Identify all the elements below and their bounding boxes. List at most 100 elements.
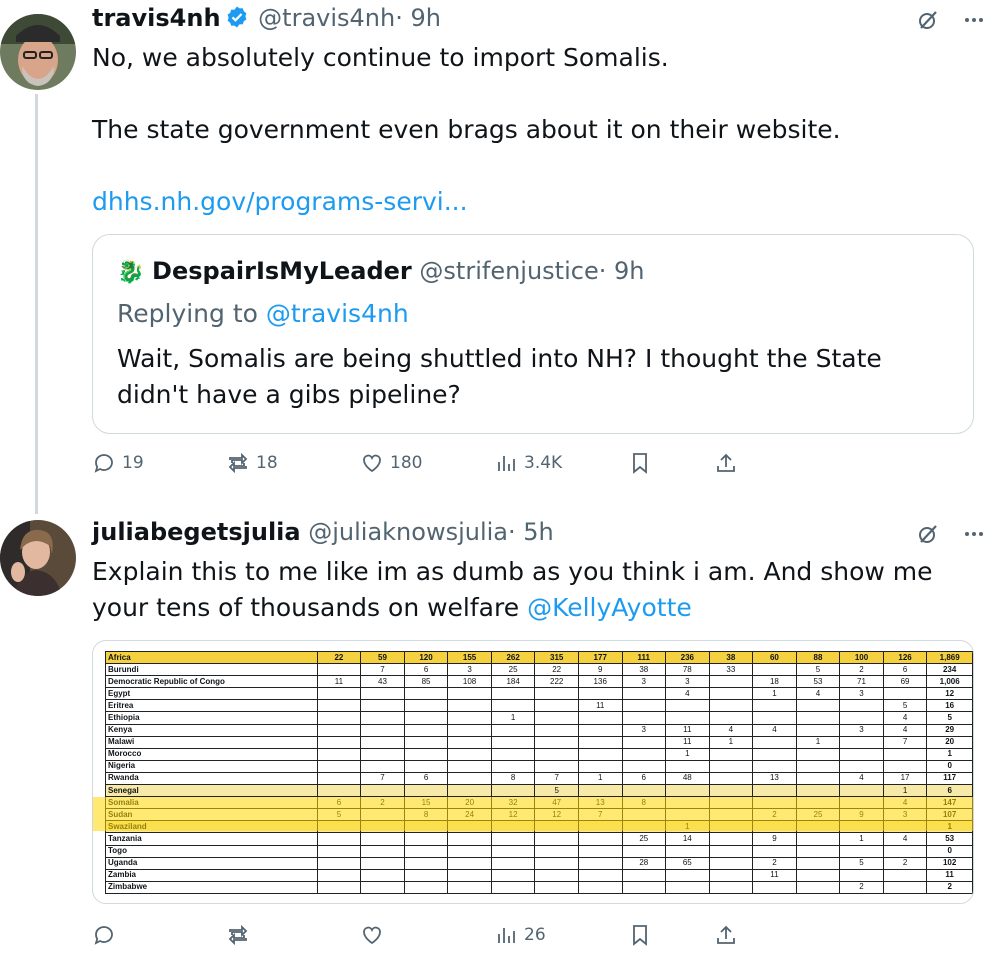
table-cell: 7	[882, 735, 928, 749]
table-cell	[403, 844, 449, 858]
table-cell: 25	[795, 808, 841, 822]
bookmark-button[interactable]	[628, 448, 658, 478]
table-cell	[534, 759, 579, 773]
handle[interactable]: @travis4nh	[258, 4, 395, 32]
table-row-label: Senegal	[105, 784, 318, 798]
table-cell	[447, 699, 492, 713]
table-cell	[316, 784, 362, 798]
table-cell	[795, 771, 841, 786]
table-row: Uganda 28 65 2 5 2 102	[105, 856, 973, 870]
grok-icon[interactable]	[916, 522, 940, 550]
avatar[interactable]	[0, 520, 76, 596]
table-cell: 7	[360, 771, 405, 786]
timestamp[interactable]: · 5h	[508, 518, 554, 546]
table-total-cell: 29	[926, 723, 973, 737]
table-cell	[360, 832, 405, 846]
replying-to-handle[interactable]: @travis4nh	[266, 299, 409, 328]
table-total-cell: 147	[926, 796, 973, 810]
table-total-cell: 16	[926, 699, 973, 713]
like-button[interactable]	[360, 920, 390, 950]
table-cell: 2	[752, 856, 797, 870]
display-name[interactable]: travis4nh	[92, 4, 221, 32]
table-cell	[316, 663, 362, 677]
table-cell: 11	[665, 723, 710, 737]
mention-link[interactable]: @KellyAyotte	[527, 593, 692, 622]
table-cell	[621, 808, 667, 822]
views-button[interactable]: 3.4K	[494, 448, 562, 478]
table-cell	[839, 820, 884, 834]
share-button[interactable]	[714, 448, 744, 478]
like-button[interactable]: 180	[360, 448, 422, 478]
table-cell	[708, 771, 754, 786]
table-cell	[665, 808, 710, 822]
table-cell: 13	[752, 771, 797, 786]
display-name[interactable]: juliabegetsjulia	[92, 518, 301, 546]
table-cell: 4	[882, 796, 928, 810]
quoted-tweet[interactable]: 🐉 DespairIsMyLeader @strifenjustice· 9h …	[92, 234, 974, 434]
table-total-cell: 234	[926, 663, 973, 677]
more-icon[interactable]	[962, 522, 986, 550]
table-cell	[447, 747, 492, 761]
table-cell: 1	[752, 687, 797, 701]
table-cell	[839, 844, 884, 858]
table-cell	[752, 747, 797, 761]
quote-handle[interactable]: @strifenjustice	[419, 257, 598, 285]
table-cell	[403, 747, 449, 761]
tweet-media-table[interactable]: Africa 22 59 120 155 262 315 177 111 236 38 60 88 100…	[92, 640, 974, 904]
table-cell	[621, 735, 667, 749]
avatar[interactable]	[0, 14, 76, 90]
thread-line	[35, 94, 38, 514]
table-cell: 6	[882, 663, 928, 677]
tweet-text: Explain this to me like im as dumb as yo…	[92, 554, 952, 626]
timestamp[interactable]: · 9h	[395, 4, 441, 32]
table-cell	[360, 880, 405, 894]
table-cell	[708, 856, 754, 870]
table-cell: 1	[708, 735, 754, 749]
table-cell: 4	[882, 711, 928, 725]
table-cell	[752, 784, 797, 798]
table-cell	[665, 699, 710, 713]
share-button[interactable]	[714, 920, 744, 950]
replying-prefix: Replying to	[117, 299, 258, 328]
table-cell	[839, 699, 884, 713]
tweet-actions: 26	[92, 920, 752, 950]
quote-display-name[interactable]: DespairIsMyLeader	[152, 257, 412, 285]
repost-button[interactable]	[226, 920, 256, 950]
reply-button[interactable]: 19	[92, 448, 144, 478]
table-cell: 25	[621, 832, 667, 846]
table-cell: 17	[882, 771, 928, 786]
table-cell: 7	[534, 771, 579, 786]
table-cell	[316, 759, 362, 773]
table-cell	[490, 844, 536, 858]
grok-icon[interactable]	[916, 8, 940, 36]
tweet-link[interactable]: dhhs.nh.gov/programs-servi...	[92, 184, 468, 220]
table-row-label: Egypt	[105, 687, 318, 701]
table-cell	[447, 759, 492, 773]
table-cell	[795, 832, 841, 846]
table-cell	[665, 784, 710, 798]
table-cell	[795, 723, 841, 737]
bookmark-button[interactable]	[628, 920, 658, 950]
repost-button[interactable]: 18	[226, 448, 278, 478]
table-total-cell: 6	[926, 784, 973, 798]
table-cell: 11	[665, 735, 710, 749]
table-cell	[447, 771, 492, 786]
table-cell: 7	[360, 663, 405, 677]
like-count: 180	[390, 453, 423, 473]
table-cell	[708, 759, 754, 773]
views-button[interactable]: 26	[494, 920, 546, 950]
tweet-travis4nh[interactable]: travis4nh @travis4nh· 9h No, we absolute…	[0, 0, 1000, 514]
table-cell: 236	[665, 650, 710, 665]
table-cell	[316, 832, 362, 846]
table-total-cell: 20	[926, 735, 973, 749]
handle[interactable]: @juliaknowsjulia	[308, 518, 508, 546]
table-cell	[795, 856, 841, 870]
table-cell	[577, 856, 623, 870]
more-icon[interactable]	[962, 8, 986, 36]
table-cell: 4	[839, 771, 884, 786]
table-cell: 1	[665, 747, 710, 761]
table-cell	[795, 880, 841, 894]
table-row: Togo 0	[105, 844, 973, 858]
reply-button[interactable]	[92, 920, 122, 950]
table-cell	[403, 784, 449, 798]
